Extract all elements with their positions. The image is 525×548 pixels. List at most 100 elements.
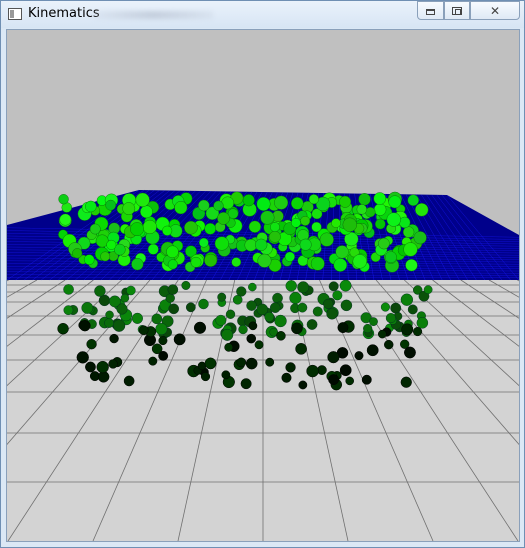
particle — [342, 217, 357, 232]
particle — [297, 302, 308, 313]
minimize-button[interactable] — [417, 1, 444, 20]
particle — [328, 374, 340, 385]
particle — [374, 218, 386, 230]
particle — [72, 248, 83, 259]
particle — [147, 243, 159, 255]
particle — [407, 304, 418, 315]
particle — [166, 245, 179, 259]
particle — [248, 220, 261, 233]
particle — [352, 254, 367, 269]
particle — [231, 257, 242, 267]
particle — [276, 331, 286, 341]
particle — [57, 323, 69, 335]
particle — [384, 339, 394, 350]
particle — [242, 194, 255, 207]
particle — [265, 357, 275, 367]
scene-canvas — [7, 30, 519, 541]
particle — [402, 226, 415, 238]
particle — [415, 203, 429, 217]
particle — [238, 324, 248, 335]
particle — [256, 197, 271, 211]
particle — [106, 239, 117, 250]
particle — [319, 232, 334, 247]
particle — [81, 302, 94, 314]
particle — [86, 339, 97, 350]
particle — [339, 364, 352, 377]
particle — [354, 351, 364, 361]
particle — [138, 325, 149, 336]
particle — [356, 204, 367, 215]
particle — [131, 312, 143, 324]
particle — [298, 380, 308, 390]
particle — [255, 238, 268, 251]
particle — [311, 221, 322, 233]
particle — [369, 317, 378, 326]
restore-icon — [452, 6, 462, 15]
particle — [289, 291, 302, 305]
particle — [213, 200, 224, 211]
particle — [79, 320, 91, 332]
particle — [167, 259, 178, 270]
particle — [165, 293, 175, 303]
particle — [120, 293, 130, 303]
particle — [400, 293, 414, 306]
particle — [248, 282, 257, 292]
particle — [328, 281, 339, 292]
particle — [221, 196, 235, 210]
particle — [272, 292, 283, 304]
particle — [85, 200, 97, 213]
particle — [373, 192, 387, 205]
particle — [407, 194, 420, 206]
particle — [105, 199, 117, 211]
particle — [116, 303, 128, 315]
particle — [269, 230, 281, 243]
particle — [270, 222, 280, 232]
particle — [248, 321, 258, 331]
particle — [94, 285, 106, 297]
particle — [323, 298, 334, 310]
particle — [140, 205, 153, 219]
particle — [173, 333, 186, 346]
particle — [109, 333, 119, 344]
particle — [386, 212, 401, 227]
particle — [59, 213, 72, 226]
particle — [291, 197, 304, 210]
particle — [310, 256, 325, 271]
particle — [400, 376, 412, 388]
window-title: Kinematics — [28, 6, 100, 21]
particle — [151, 313, 163, 325]
particle — [284, 251, 295, 262]
particle — [244, 238, 257, 252]
particle — [269, 302, 281, 313]
render-viewport[interactable] — [6, 29, 520, 542]
particle — [240, 378, 252, 390]
particle — [112, 319, 126, 332]
particle — [204, 253, 218, 267]
particle — [232, 294, 243, 305]
particle — [423, 285, 433, 295]
particle — [254, 340, 264, 350]
particle — [332, 290, 343, 301]
particle — [76, 351, 89, 364]
particle — [126, 285, 136, 296]
particle — [326, 308, 338, 320]
particle — [260, 210, 275, 225]
particle — [217, 292, 227, 302]
particle — [204, 357, 217, 370]
particle — [281, 372, 292, 383]
close-button[interactable]: ✕ — [470, 1, 520, 20]
particle — [312, 306, 323, 317]
app-icon — [8, 8, 22, 20]
particle — [63, 305, 74, 316]
particle — [366, 344, 379, 357]
particle — [100, 251, 111, 262]
title-bar[interactable]: Kinematics ✕ — [1, 1, 524, 28]
particle — [340, 299, 353, 312]
particle — [142, 219, 157, 235]
particle — [413, 231, 427, 245]
maximize-button[interactable] — [444, 1, 470, 20]
particle — [246, 333, 257, 344]
close-icon: ✕ — [489, 3, 501, 18]
particle — [363, 323, 373, 334]
particle — [131, 258, 144, 271]
